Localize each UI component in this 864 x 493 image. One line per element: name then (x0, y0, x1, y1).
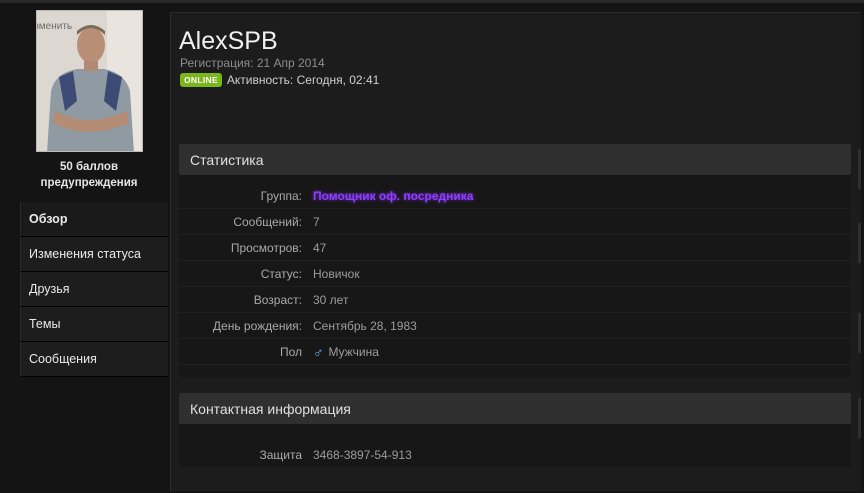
stat-value-group: Помощник оф. посредника (313, 188, 474, 203)
profile-nav: Обзор Изменения статуса Друзья Темы Сооб… (20, 202, 168, 377)
stat-row-group: Группа: Помощник оф. посредника (179, 183, 851, 209)
warning-points[interactable]: 50 баллов предупреждения (18, 159, 160, 191)
stat-value-birthday: Сентябрь 28, 1983 (313, 318, 417, 333)
nav-item-topics[interactable]: Темы (20, 307, 168, 342)
male-icon: ♂ (313, 343, 324, 360)
stat-row-status: Статус: Новичок (179, 261, 851, 287)
stat-row-views: Просмотров: 47 (179, 235, 851, 261)
stat-label: Статус: (260, 266, 302, 281)
scroll-edge (858, 149, 861, 189)
contact-label: Защита (259, 447, 302, 462)
username: AlexSPB (179, 27, 278, 55)
stat-value-posts: 7 (313, 214, 320, 229)
gender-text: Мужчина (328, 344, 379, 359)
contact-row-protection: Защита 3468-3897-54-913 (179, 442, 851, 467)
contact-section: Контактная информация Защита 3468-3897-5… (179, 393, 851, 467)
warning-points-line1: 50 баллов (59, 161, 119, 173)
last-activity: Активность: Сегодня, 02:41 (226, 73, 380, 87)
stat-row-posts: Сообщений: 7 (179, 209, 851, 235)
registration-date: Регистрация: 21 Апр 2014 (180, 56, 325, 70)
stat-row-birthday: День рождения: Сентябрь 28, 1983 (179, 313, 851, 339)
stat-row-gender: Пол ♂ Мужчина (179, 339, 851, 365)
stat-value-status: Новичок (313, 266, 360, 281)
stat-value-views: 47 (313, 240, 327, 255)
stat-label: Пол (279, 344, 302, 359)
avatar[interactable]: Изменить (36, 10, 143, 152)
avatar-edit-link[interactable]: Изменить (37, 21, 72, 32)
nav-item-overview[interactable]: Обзор (20, 202, 168, 237)
stat-value-age: 30 лет (313, 292, 349, 307)
contact-title: Контактная информация (179, 393, 851, 424)
stat-value-gender: ♂ Мужчина (313, 344, 379, 360)
nav-item-friends[interactable]: Друзья (20, 272, 168, 307)
stat-label: Возраст: (253, 292, 302, 307)
stat-label: Просмотров: (230, 240, 302, 255)
top-border (0, 0, 864, 3)
stat-label: Сообщений: (233, 214, 302, 229)
stat-label: Группа: (260, 188, 302, 203)
scroll-edge (858, 398, 861, 438)
warning-points-line2: предупреждения (40, 177, 138, 189)
scroll-edge (858, 313, 861, 353)
contact-value: 3468-3897-54-913 (313, 447, 412, 462)
activity-line: ONLINE Активность: Сегодня, 02:41 (180, 73, 379, 87)
stat-row-age: Возраст: 30 лет (179, 287, 851, 313)
profile-main: AlexSPB Регистрация: 21 Апр 2014 ONLINE … (170, 12, 861, 491)
stats-title: Статистика (179, 144, 851, 175)
scroll-edge (858, 223, 861, 263)
nav-item-status-updates[interactable]: Изменения статуса (20, 237, 168, 272)
online-badge: ONLINE (180, 73, 222, 87)
nav-item-posts[interactable]: Сообщения (20, 342, 168, 377)
avatar-photo (37, 11, 142, 151)
stat-label: День рождения: (212, 318, 302, 333)
stats-section: Статистика Группа: Помощник оф. посредни… (179, 144, 851, 377)
